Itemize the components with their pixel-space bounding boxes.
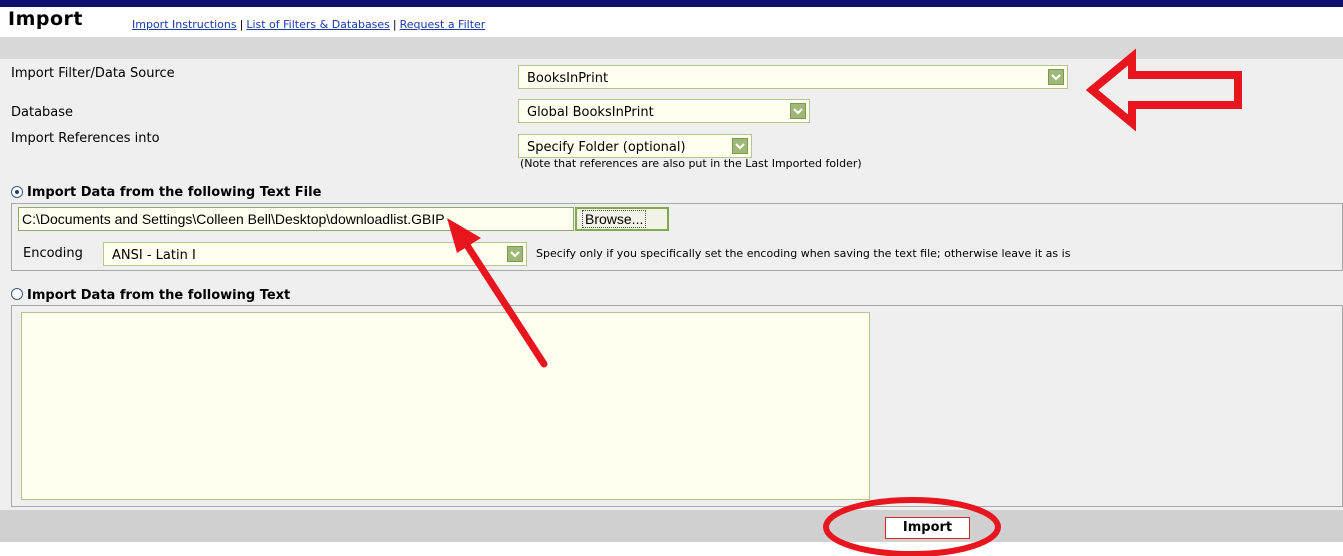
page-title: Import <box>8 8 83 30</box>
link-separator: | <box>392 18 397 31</box>
text-source-radio[interactable] <box>11 288 23 300</box>
import-instructions-link[interactable]: Import Instructions <box>132 18 237 31</box>
file-section-heading: Import Data from the following Text File <box>27 185 322 200</box>
database-select-value: Global BooksInPrint <box>527 105 654 120</box>
footer-band <box>0 510 1343 542</box>
help-links: Import Instructions | List of Filters & Da… <box>132 18 485 31</box>
folder-select[interactable]: Specify Folder (optional) <box>518 134 752 158</box>
encoding-hint: Specify only if you specifically set the… <box>536 247 1071 260</box>
chevron-down-icon[interactable] <box>732 138 748 154</box>
browse-button-label: Browse... <box>582 210 647 228</box>
text-section-heading: Import Data from the following Text <box>27 288 291 303</box>
import-button[interactable]: Import <box>885 517 970 539</box>
request-filter-link[interactable]: Request a Filter <box>400 18 486 31</box>
filter-label: Import Filter/Data Source <box>11 66 175 81</box>
chevron-down-icon[interactable] <box>507 246 523 262</box>
encoding-label: Encoding <box>23 246 83 261</box>
file-source-radio[interactable] <box>11 186 23 198</box>
filters-databases-link[interactable]: List of Filters & Databases <box>246 18 390 31</box>
link-separator: | <box>239 18 244 31</box>
top-color-bar <box>0 0 1343 7</box>
encoding-select-value: ANSI - Latin I <box>112 248 196 263</box>
database-select[interactable]: Global BooksInPrint <box>518 99 810 123</box>
folder-note: (Note that references are also put in th… <box>520 157 862 170</box>
encoding-select[interactable]: ANSI - Latin I <box>103 242 527 266</box>
header-band <box>0 37 1343 59</box>
filter-select-value: BooksInPrint <box>527 71 609 86</box>
browse-button[interactable]: Browse... <box>575 207 669 231</box>
filter-select[interactable]: BooksInPrint <box>518 65 1068 89</box>
folder-label: Import References into <box>11 131 160 146</box>
chevron-down-icon[interactable] <box>1048 69 1064 85</box>
folder-select-value: Specify Folder (optional) <box>527 140 686 155</box>
file-path-input[interactable]: C:\Documents and Settings\Colleen Bell\D… <box>18 207 574 231</box>
chevron-down-icon[interactable] <box>790 103 806 119</box>
import-text-area[interactable] <box>21 312 870 500</box>
database-label: Database <box>11 105 74 120</box>
